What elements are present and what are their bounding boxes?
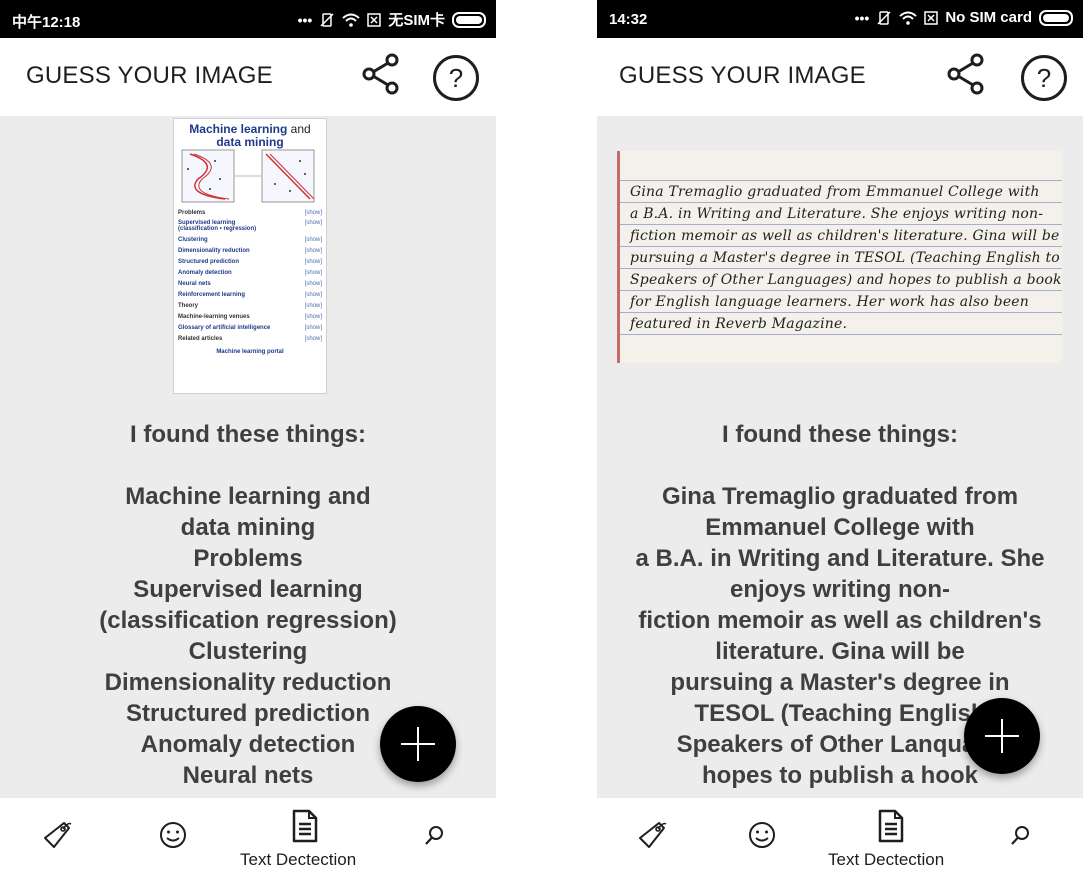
handwritten-line: Gina Tremaglio graduated from Emmanuel C… — [630, 184, 1040, 200]
help-icon[interactable]: ? — [1021, 55, 1067, 101]
detected-text-line: pursuing a Master's degree in — [670, 669, 1010, 696]
battery-icon — [452, 11, 486, 28]
found-heading: I found these things: — [722, 421, 958, 448]
wifi-icon — [342, 13, 360, 27]
handwritten-line: fiction memoir as well as children's lit… — [630, 228, 1060, 244]
results-panel: Gina Tremaglio graduated from Emmanuel C… — [597, 116, 1083, 798]
detected-text-line: Problems — [193, 545, 303, 572]
thumb-row: Anomaly detection [show] — [178, 270, 322, 276]
add-icon[interactable] — [964, 698, 1040, 774]
thumb-row: Theory [show] — [178, 303, 322, 309]
document-icon[interactable] — [877, 809, 905, 848]
app-bar: GUESS YOUR IMAGE ? — [597, 38, 1083, 116]
thumb-row: Structured prediction [show] — [178, 259, 322, 265]
face-icon[interactable] — [747, 820, 777, 855]
input-image-handwriting: Gina Tremaglio graduated from Emmanuel C… — [617, 151, 1062, 363]
detected-text-line: enjoys writing non- — [730, 576, 950, 603]
thumb-title-a: Machine learning — [189, 122, 288, 136]
app-title: GUESS YOUR IMAGE — [619, 62, 866, 89]
handwritten-line: a B.A. in Writing and Literature. She en… — [630, 206, 1044, 222]
carrier-text: No SIM card — [945, 9, 1032, 26]
detected-text-line: (classification regression) — [99, 607, 397, 634]
phone-screen-left: 中午12:18 ••• 无SIM卡 GUESS YOUR IMAGE ? Mac… — [0, 0, 496, 879]
more-dots-icon: ••• — [854, 9, 870, 26]
detected-text-line: fiction memoir as well as children's — [638, 607, 1042, 634]
thumb-title-c: data mining — [216, 135, 284, 149]
status-bar: 中午12:18 ••• 无SIM卡 — [0, 0, 496, 38]
results-panel: Machine learning and data mining Problem — [0, 116, 496, 798]
detected-text-line: a B.A. in Writing and Literature. She — [635, 545, 1045, 572]
label-tag-icon[interactable] — [42, 820, 72, 855]
face-icon[interactable] — [158, 820, 188, 855]
handwritten-line: Speakers of Other Languages) and hopes t… — [630, 272, 1062, 288]
thumb-row: Related articles [show] — [178, 336, 322, 342]
share-icon[interactable] — [943, 51, 989, 97]
thumb-portal-link: Machine learning portal — [216, 349, 284, 355]
battery-icon — [1039, 9, 1073, 26]
nav-label-text-detection[interactable]: Text Dectection — [240, 850, 356, 870]
help-icon[interactable]: ? — [433, 55, 479, 101]
detected-text-line: Gina Tremaglio graduated from — [661, 483, 1019, 510]
detected-text-line: Dimensionality reduction — [104, 669, 392, 696]
detected-text-line: Emmanuel College with — [705, 514, 975, 541]
search-icon[interactable] — [423, 823, 447, 852]
app-title: GUESS YOUR IMAGE — [26, 62, 273, 89]
thumb-diagram — [180, 149, 320, 210]
thumb-row: (classification • regression) — [178, 226, 257, 232]
app-bar: GUESS YOUR IMAGE ? — [0, 38, 496, 116]
detected-text-line: Supervised learning — [133, 576, 363, 603]
search-icon[interactable] — [1009, 823, 1033, 852]
thumb-row: Glossary of artificial intelligence [show… — [178, 325, 322, 331]
label-tag-icon[interactable] — [637, 820, 667, 855]
thumb-row: Machine-learning venues [show] — [178, 314, 322, 320]
thumb-row: Clustering [show] — [178, 237, 322, 243]
sim-icon — [367, 12, 382, 27]
handwritten-line: featured in Reverb Magazine. — [630, 316, 848, 332]
thumb-title-b: and — [290, 122, 311, 136]
share-icon[interactable] — [358, 51, 404, 97]
status-time: 14:32 — [609, 11, 648, 28]
thumb-row: Dimensionality reduction [show] — [178, 248, 322, 254]
status-bar: 14:32 ••• No SIM card — [597, 0, 1083, 38]
more-dots-icon: ••• — [297, 11, 313, 28]
document-icon[interactable] — [291, 809, 319, 848]
sim-icon — [924, 10, 939, 25]
detected-text-line: literature. Gina will be — [715, 638, 965, 665]
status-time: 中午12:18 — [12, 14, 81, 31]
bottom-nav: Text Dectection — [0, 798, 496, 879]
detected-text-line: Machine learning and — [125, 483, 371, 510]
thumb-row: Reinforcement learning [show] — [178, 292, 322, 298]
handwritten-line: pursuing a Master's degree in TESOL (Tea… — [630, 250, 1060, 266]
vibrate-off-icon — [876, 10, 892, 26]
input-image-thumbnail: Machine learning and data mining Problem — [173, 118, 327, 394]
detected-text-line: data mining — [180, 514, 316, 541]
detected-text-line: Clustering — [188, 638, 308, 665]
handwritten-line: for English language learners. Her work … — [630, 294, 1030, 310]
thumb-row: Neural nets [show] — [178, 281, 322, 287]
carrier-text: 无SIM卡 — [388, 12, 445, 29]
nav-label-text-detection[interactable]: Text Dectection — [828, 850, 944, 870]
phone-screen-right: 14:32 ••• No SIM card GUESS YOUR IMAGE ?… — [597, 0, 1083, 879]
thumb-row: Problems [show] — [178, 210, 322, 216]
vibrate-off-icon — [319, 12, 335, 28]
wifi-icon — [899, 11, 917, 25]
add-icon[interactable] — [380, 706, 456, 782]
bottom-nav: Text Dectection — [597, 798, 1083, 879]
found-heading: I found these things: — [130, 421, 366, 448]
